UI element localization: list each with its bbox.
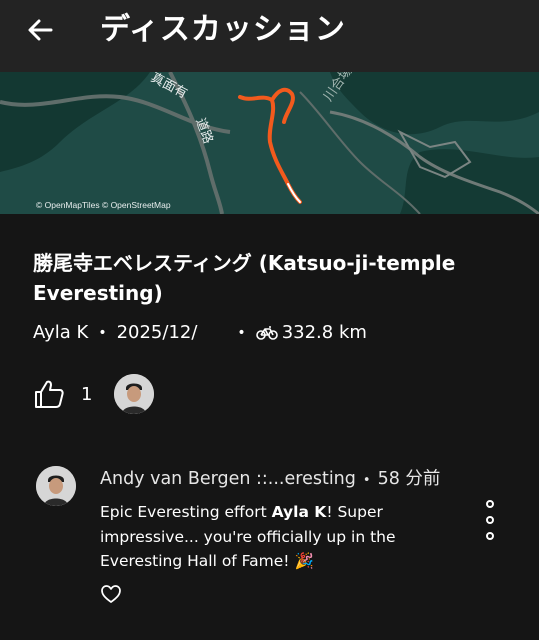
comment-header: Andy van Bergen ::...eresting • 58 分前 <box>100 466 440 494</box>
avatar[interactable] <box>114 374 155 414</box>
map-canvas: 真面有 道路 川合場川 <box>0 72 539 214</box>
more-dot-icon <box>486 516 494 524</box>
avatar-image <box>114 374 155 414</box>
comment-time: 58 分前 <box>377 469 441 489</box>
separator-dot: • <box>237 325 246 341</box>
avatar[interactable] <box>36 466 76 506</box>
back-button[interactable] <box>22 12 58 48</box>
heart-icon[interactable] <box>100 583 122 605</box>
more-dot-icon <box>486 532 494 540</box>
avatar-image <box>36 466 76 506</box>
comment-author[interactable]: Andy van Bergen ::...eresting <box>100 469 356 489</box>
map-attribution: © OpenMapTiles © OpenStreetMap <box>36 200 171 210</box>
activity-title: 勝尾寺エベレスティング (Katsuo-ji-temple Everesting… <box>33 251 456 305</box>
more-options-button[interactable] <box>476 500 504 540</box>
mention-link[interactable]: Ayla K <box>272 503 327 521</box>
activity-distance: 332.8 km <box>281 322 367 343</box>
separator-dot: • <box>98 325 107 341</box>
separator-dot: • <box>362 473 371 488</box>
kudos-count[interactable]: 1 <box>81 384 92 405</box>
kudos-row: 1 <box>33 372 155 416</box>
page-title: ディスカッション <box>100 12 346 47</box>
route-map[interactable]: 真面有 道路 川合場川 © OpenMapTiles © OpenStreetM… <box>0 72 539 214</box>
thumbs-up-icon[interactable] <box>33 378 65 410</box>
more-dot-icon <box>486 500 494 508</box>
athlete-name[interactable]: Ayla K <box>33 320 88 346</box>
back-arrow-icon <box>28 19 53 41</box>
activity-date: 2025/12/ <box>116 322 198 343</box>
activity-meta: Ayla K • 2025/12/ • 332.8 km <box>33 320 367 346</box>
bike-icon <box>255 326 278 340</box>
comment-text: Epic Everesting effort Ayla K! Super imp… <box>100 503 396 570</box>
top-bar: ディスカッション <box>0 0 539 72</box>
